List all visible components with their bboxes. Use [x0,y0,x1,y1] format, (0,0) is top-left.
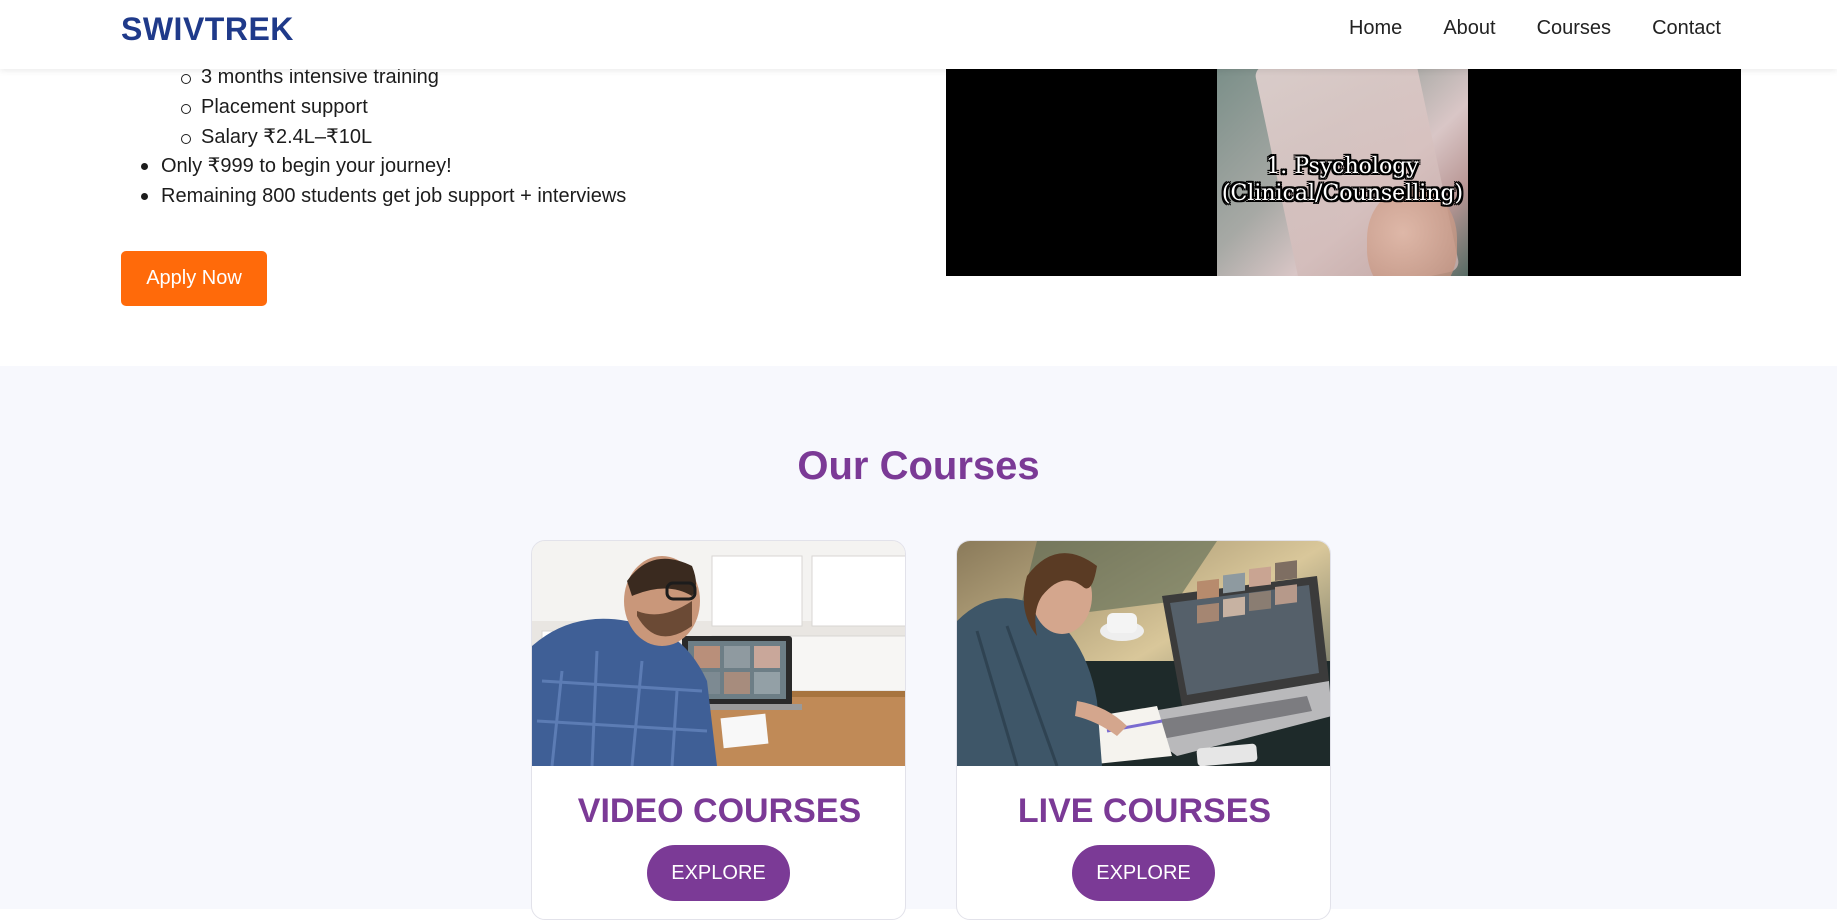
video-frame: 1. Psychology (Clinical/Counselling) [1217,69,1468,276]
video-courses-image [532,541,905,766]
explore-button[interactable]: EXPLORE [647,845,790,901]
card-title: LIVE COURSES [1017,792,1272,830]
course-card-live[interactable]: LIVE COURSES EXPLORE [956,540,1331,920]
apply-now-button[interactable]: Apply Now [121,251,267,306]
list-item: Salary ₹2.4L–₹10L [176,122,439,152]
nav-contact[interactable]: Contact [1652,14,1721,42]
feature-list: Only ₹999 to begin your journey! Remaini… [136,151,626,211]
section-title: Our Courses [797,444,1040,488]
live-courses-image [957,541,1330,766]
explore-button[interactable]: EXPLORE [1072,845,1215,901]
video-caption-line2: (Clinical/Counselling) [1221,181,1464,206]
nav-home[interactable]: Home [1349,14,1402,42]
courses-section: Our Courses VIDEO COURSES EXPLORE LIVE C… [0,366,1837,920]
list-item: Placement support [176,92,439,122]
video-caption: 1. Psychology (Clinical/Counselling) [1217,153,1468,207]
feature-sub-list: 3 months intensive training Placement su… [176,62,439,152]
video-caption-line1: 1. Psychology [1266,154,1419,179]
nav-courses[interactable]: Courses [1537,14,1611,42]
site-header: SWIVTREK Home About Courses Contact [0,0,1837,69]
woman-laptop-illustration [957,541,1330,766]
card-title: VIDEO COURSES [577,792,862,830]
man-laptop-illustration [532,541,905,766]
list-item: Only ₹999 to begin your journey! [136,151,626,181]
list-item: Remaining 800 students get job support +… [136,181,626,211]
brand-logo[interactable]: SWIVTREK [121,10,294,48]
nav-about[interactable]: About [1443,14,1495,42]
video-player[interactable]: 1. Psychology (Clinical/Counselling) [946,69,1741,276]
course-card-video[interactable]: VIDEO COURSES EXPLORE [531,540,906,920]
main-nav: Home About Courses Contact [1349,14,1721,42]
